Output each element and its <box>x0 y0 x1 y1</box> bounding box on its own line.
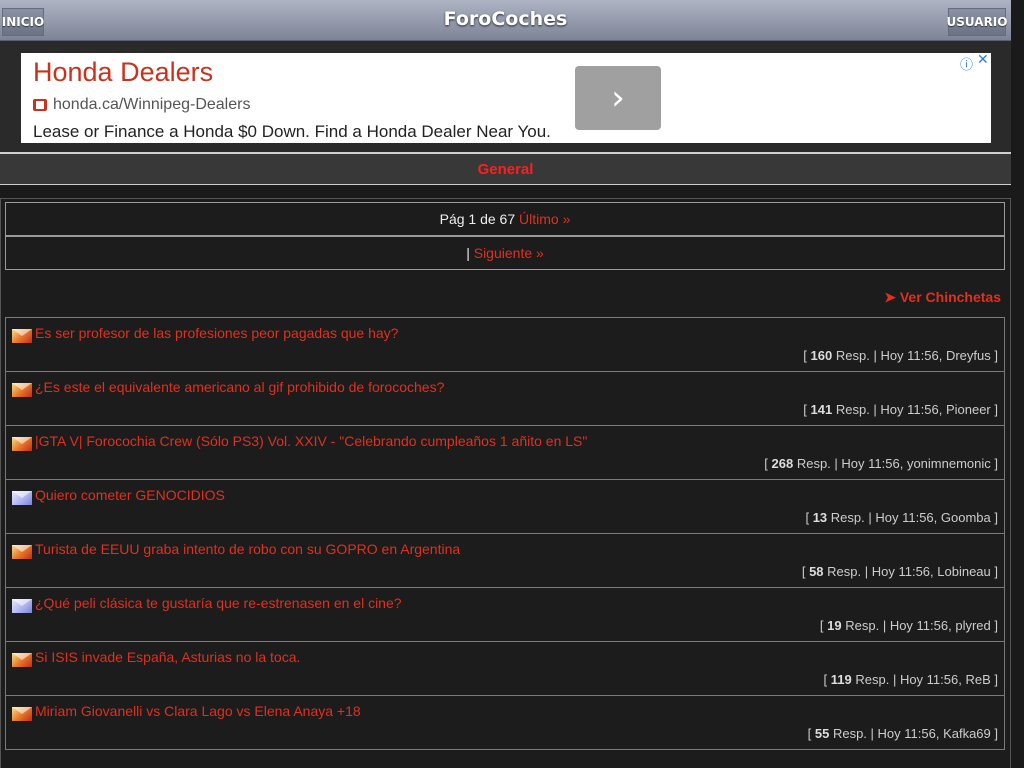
thread-status-icon <box>12 329 32 343</box>
reply-count: 141 <box>810 402 833 417</box>
reply-count: 160 <box>810 348 833 363</box>
reply-count: 58 <box>809 564 824 579</box>
thread-status-icon <box>12 491 32 505</box>
thread-title-link[interactable]: ¿Es este el equivalente americano al gif… <box>35 379 444 395</box>
pagination-top: Pág 1 de 67 Último » <box>5 202 1005 236</box>
resp-label: Resp. <box>827 564 862 579</box>
ad-info-icon[interactable]: ⓘ <box>960 54 973 73</box>
last-post-user[interactable]: plyred <box>955 618 990 633</box>
last-post-time: Hoy 11:56 <box>889 618 949 633</box>
thread-meta: [ 58 Resp. | Hoy 11:56, Lobineau ] <box>801 564 998 579</box>
last-post-time: Hoy 11:56 <box>841 456 900 471</box>
thread-status-icon <box>12 383 32 397</box>
pagination-next: | Siguiente » <box>5 236 1005 270</box>
thread-title-link[interactable]: Quiero cometer GENOCIDIOS <box>35 487 225 503</box>
thread-title-link[interactable]: Si ISIS invade España, Asturias no la to… <box>35 649 300 665</box>
last-post-time: Hoy 11:56 <box>871 564 931 579</box>
last-post-time: Hoy 11:56 <box>875 510 934 525</box>
thread-meta: [ 119 Resp. | Hoy 11:56, ReB ] <box>823 672 998 687</box>
ad-url[interactable]: honda.ca/Winnipeg-Dealers <box>33 96 250 114</box>
last-post-time: Hoy 11:56 <box>877 726 936 741</box>
resp-label: Resp. <box>855 672 890 687</box>
thread-meta: [ 55 Resp. | Hoy 11:56, Kafka69 ] <box>807 726 998 741</box>
thread-title-link[interactable]: Turista de EEUU graba intento de robo co… <box>35 541 460 557</box>
resp-label: Resp. <box>835 348 870 363</box>
site-title[interactable]: ForoCoches <box>0 8 1011 30</box>
reply-count: 55 <box>814 726 830 741</box>
thread-title-link[interactable]: ¿Qué peli clásica te gustaría que re-est… <box>35 595 402 611</box>
ad-title[interactable]: Honda Dealers <box>33 57 213 88</box>
last-post-time: Hoy 11:56 <box>880 348 939 363</box>
thread-title-link[interactable]: |GTA V| Forocochia Crew (Sólo PS3) Vol. … <box>35 433 587 449</box>
ad-banner-area: Honda Dealers honda.ca/Winnipeg-Dealers … <box>0 41 1011 152</box>
last-post-time: Hoy 11:56 <box>880 402 939 417</box>
thread-status-icon <box>12 545 32 559</box>
thread-status-icon <box>12 599 32 613</box>
reply-count: 119 <box>830 672 852 687</box>
thread-meta: [ 141 Resp. | Hoy 11:56, Pioneer ] <box>803 402 998 417</box>
last-post-user[interactable]: Lobineau <box>937 564 991 579</box>
page-indicator: Pág 1 de 67 <box>439 211 516 227</box>
thread-meta: [ 268 Resp. | Hoy 11:56, yonimnemonic ] <box>764 456 998 471</box>
next-page-link[interactable]: Siguiente » <box>474 245 544 261</box>
thread-row: |GTA V| Forocochia Crew (Sólo PS3) Vol. … <box>5 426 1005 480</box>
section-title[interactable]: General <box>0 152 1011 185</box>
thread-status-icon <box>12 437 32 451</box>
thread-row: Miriam Giovanelli vs Clara Lago vs Elena… <box>5 696 1005 750</box>
honda-logo-icon <box>33 99 47 111</box>
thread-row: Turista de EEUU graba intento de robo co… <box>5 534 1005 588</box>
thread-status-icon <box>12 707 32 721</box>
resp-label: Resp. <box>832 726 867 741</box>
thread-title-link[interactable]: Es ser profesor de las profesiones peor … <box>35 325 398 341</box>
ad-description: Lease or Finance a Honda $0 Down. Find a… <box>33 122 551 141</box>
thread-row: Es ser profesor de las profesiones peor … <box>5 318 1005 372</box>
ad-close-icon[interactable]: ✕ <box>977 52 989 68</box>
resp-label: Resp. <box>796 456 831 471</box>
last-page-link[interactable]: Último » <box>519 211 570 227</box>
resp-label: Resp. <box>835 402 870 417</box>
ver-chinchetas-link[interactable]: ➤ Ver Chinchetas <box>870 289 1001 306</box>
thread-row: Quiero cometer GENOCIDIOS [ 13 Resp. | Ho… <box>5 480 1005 534</box>
ad-chevron-right-icon[interactable]: › <box>575 66 661 130</box>
thread-row: Si ISIS invade España, Asturias no la to… <box>5 642 1005 696</box>
last-post-time: Hoy 11:56 <box>899 672 959 687</box>
thread-title-link[interactable]: Miriam Giovanelli vs Clara Lago vs Elena… <box>35 703 361 719</box>
reply-count: 268 <box>771 456 794 471</box>
pagination-separator: | <box>466 245 470 261</box>
usuario-button[interactable]: USUARIO <box>947 8 1007 36</box>
ad-banner[interactable]: Honda Dealers honda.ca/Winnipeg-Dealers … <box>21 52 991 143</box>
resp-label: Resp. <box>845 618 880 633</box>
top-bar: INICIO ForoCoches USUARIO <box>0 0 1011 41</box>
reply-count: 19 <box>827 618 842 633</box>
last-post-user[interactable]: ReB <box>965 672 990 687</box>
last-post-user[interactable]: Kafka69 <box>943 726 991 741</box>
thread-list: Es ser profesor de las profesiones peor … <box>5 317 1005 750</box>
ad-url-text: honda.ca/Winnipeg-Dealers <box>53 96 251 113</box>
last-post-user[interactable]: Pioneer <box>946 402 991 417</box>
thread-meta: [ 19 Resp. | Hoy 11:56, plyred ] <box>819 618 998 633</box>
resp-label: Resp. <box>830 510 865 525</box>
last-post-user[interactable]: Dreyfus <box>946 348 991 363</box>
reply-count: 13 <box>812 510 828 525</box>
thread-status-icon <box>12 653 32 667</box>
thread-row: ¿Es este el equivalente americano al gif… <box>5 372 1005 426</box>
thread-meta: [ 160 Resp. | Hoy 11:56, Dreyfus ] <box>803 348 998 363</box>
thread-meta: [ 13 Resp. | Hoy 11:56, Goomba ] <box>805 510 998 525</box>
thread-row: ¿Qué peli clásica te gustaría que re-est… <box>5 588 1005 642</box>
last-post-user[interactable]: yonimnemonic <box>907 456 991 471</box>
last-post-user[interactable]: Goomba <box>941 510 991 525</box>
